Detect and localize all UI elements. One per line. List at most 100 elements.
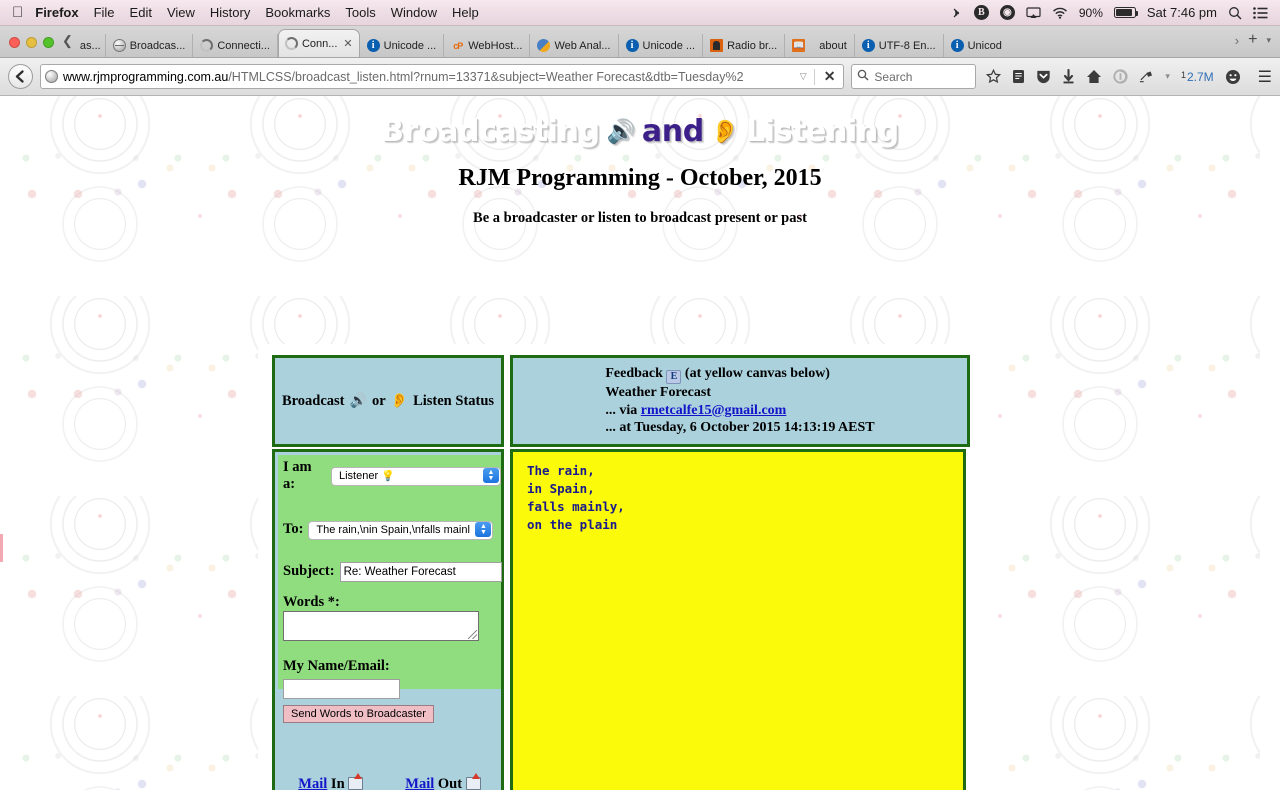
cpanel-icon: cP bbox=[453, 40, 463, 51]
tab-item[interactable]: Radio br... bbox=[703, 34, 786, 57]
name-email-label: My Name/Email: bbox=[283, 657, 390, 674]
to-select[interactable]: The rain,\nin Spain,\nfalls mainly, bbox=[308, 520, 494, 540]
back-button[interactable] bbox=[8, 64, 33, 89]
menu-button[interactable]: ☰ bbox=[1258, 67, 1272, 87]
maximize-window-button[interactable] bbox=[43, 37, 54, 48]
stop-loading-icon[interactable]: ✕ bbox=[820, 68, 840, 85]
close-window-button[interactable] bbox=[9, 37, 20, 48]
mail-in-group: Mail In bbox=[298, 773, 364, 790]
send-words-button[interactable]: Send Words to Broadcaster bbox=[283, 704, 434, 723]
tab-label: Broadcas... bbox=[129, 39, 186, 52]
speaker-icon: 🔊 bbox=[606, 119, 636, 145]
downloads-arrow-icon[interactable] bbox=[1062, 69, 1075, 84]
menu-bookmarks[interactable]: Bookmarks bbox=[265, 5, 330, 20]
menu-file[interactable]: File bbox=[94, 5, 115, 20]
tab-item-active[interactable]: Conn... ✕ bbox=[277, 29, 360, 57]
tab-label: Connecti... bbox=[217, 39, 270, 52]
sidebar-handle[interactable] bbox=[0, 534, 3, 562]
feedback-panel: Feedback E (at yellow canvas below) Weat… bbox=[510, 355, 970, 447]
tab-scroll-right-button[interactable]: › bbox=[1235, 33, 1239, 48]
tab-label: Web Anal... bbox=[554, 39, 611, 52]
bookmark-star-icon[interactable] bbox=[986, 69, 1002, 84]
subject-label: Subject: bbox=[283, 563, 335, 579]
to-select-wrapper[interactable]: The rain,\nin Spain,\nfalls mainly, ▲ ▼ bbox=[308, 520, 494, 540]
sync-icon[interactable] bbox=[1113, 69, 1129, 84]
new-tab-button[interactable]: + bbox=[1248, 31, 1257, 49]
mail-out-link[interactable]: Mail bbox=[405, 776, 434, 790]
clock[interactable]: Sat 7:46 pm bbox=[1147, 5, 1217, 20]
url-path: /HTMLCSS/broadcast_listen.html?rnum=1337… bbox=[228, 69, 744, 84]
tab-item[interactable]: as... bbox=[76, 34, 106, 57]
mail-inbox-icon[interactable] bbox=[348, 773, 364, 790]
feedback-email-link[interactable]: rmetcalfe15@gmail.com bbox=[641, 403, 787, 418]
menu-app-name[interactable]: Firefox bbox=[35, 5, 78, 20]
notification-center-icon[interactable] bbox=[1253, 6, 1268, 19]
bluetooth-b-icon[interactable]: B bbox=[973, 5, 989, 20]
tab-item[interactable]: cP WebHost... bbox=[444, 34, 531, 57]
toolbar-icons: ▾ 1 2.7M ☰ bbox=[983, 67, 1272, 87]
cloud-sync-icon[interactable]: ◉ bbox=[999, 5, 1015, 20]
broadcast-listen-status-panel: Broadcast 🔊 or 👂 Listen Status bbox=[272, 355, 504, 447]
adblock-count: 2.7M bbox=[1186, 69, 1214, 84]
name-email-input[interactable] bbox=[283, 678, 400, 699]
menu-edit[interactable]: Edit bbox=[130, 5, 152, 20]
tab-item[interactable]: Connecti... bbox=[193, 34, 278, 57]
list-all-tabs-button[interactable]: ▾ bbox=[1266, 35, 1271, 46]
menu-history[interactable]: History bbox=[210, 5, 250, 20]
i-am-a-select[interactable]: Listener 💡Broadcaster 🔊 bbox=[331, 466, 501, 486]
tab-item[interactable]: Web Anal... bbox=[530, 34, 619, 57]
menu-tools[interactable]: Tools bbox=[345, 5, 375, 20]
chevron-down-icon[interactable]: ▽ bbox=[798, 71, 809, 82]
mail-in-suffix: In bbox=[330, 776, 345, 790]
url-bar[interactable]: www.rjmprogramming.com.au/HTMLCSS/broadc… bbox=[40, 64, 845, 89]
mail-out-suffix: Out bbox=[437, 776, 463, 790]
battery-icon[interactable] bbox=[1113, 7, 1139, 18]
pocket-shield-icon[interactable] bbox=[1036, 69, 1051, 84]
menu-view[interactable]: View bbox=[167, 5, 195, 20]
mail-in-link[interactable]: Mail bbox=[298, 776, 327, 790]
spotlight-search-icon[interactable] bbox=[1228, 6, 1242, 20]
search-bar[interactable]: Search bbox=[851, 64, 977, 89]
words-label: Words *: bbox=[283, 593, 340, 610]
menu-help[interactable]: Help bbox=[452, 5, 479, 20]
tab-item[interactable]: i Unicod bbox=[944, 34, 1009, 57]
airplay-audio-icon[interactable] bbox=[949, 6, 963, 20]
status-label-listen: Listen Status bbox=[413, 392, 495, 409]
status-label-broadcast: Broadcast bbox=[281, 392, 345, 409]
broadcast-canvas[interactable]: The rain, in Spain, falls mainly, on the… bbox=[510, 449, 966, 790]
tab-item[interactable]: 📖 about bbox=[785, 34, 855, 57]
airplay-display-icon[interactable] bbox=[1026, 6, 1041, 19]
subject-input[interactable] bbox=[339, 561, 502, 582]
adblock-dropdown-icon[interactable]: ▾ bbox=[1165, 71, 1170, 82]
tab-item[interactable]: Broadcas... bbox=[106, 34, 194, 57]
book-icon: 📖 bbox=[792, 39, 806, 52]
i-am-a-select-wrapper[interactable]: Listener 💡Broadcaster 🔊 ▲▼ bbox=[331, 466, 501, 486]
window-controls bbox=[0, 37, 62, 57]
feedback-via-label: ... via bbox=[605, 402, 638, 418]
adblock-icon[interactable] bbox=[1139, 70, 1154, 84]
ear-icon: 👂 bbox=[710, 119, 740, 145]
words-textarea-wrapper[interactable] bbox=[283, 610, 479, 641]
os-menu-bar:  Firefox File Edit View History Bookmar… bbox=[0, 0, 1280, 26]
feedback-timestamp: ... at Tuesday, 6 October 2015 14:13:19 … bbox=[605, 420, 875, 436]
tab-item[interactable]: i Unicode ... bbox=[619, 34, 704, 57]
search-input[interactable]: Search bbox=[874, 70, 912, 84]
mail-outbox-icon[interactable] bbox=[465, 773, 481, 790]
menu-window[interactable]: Window bbox=[391, 5, 437, 20]
close-tab-icon[interactable]: ✕ bbox=[343, 37, 352, 50]
banner-word-listening: Listening bbox=[746, 114, 899, 149]
banner-word-and: and bbox=[641, 114, 704, 149]
smiley-icon[interactable] bbox=[1225, 69, 1241, 85]
reader-list-icon[interactable] bbox=[1012, 69, 1025, 84]
minimize-window-button[interactable] bbox=[26, 37, 37, 48]
tab-item[interactable]: i Unicode ... bbox=[360, 34, 445, 57]
tab-item[interactable]: i UTF-8 En... bbox=[855, 34, 944, 57]
wifi-icon[interactable] bbox=[1052, 7, 1068, 19]
status-label-or: or bbox=[371, 392, 386, 409]
home-icon[interactable] bbox=[1086, 69, 1102, 84]
page-title: RJM Programming - October, 2015 bbox=[458, 165, 822, 191]
apple-menu-icon[interactable]:  bbox=[12, 5, 23, 20]
words-textarea[interactable] bbox=[283, 610, 479, 641]
tab-scroll-left-button[interactable]: ❮ bbox=[62, 33, 76, 57]
mail-out-group: Mail Out bbox=[405, 773, 481, 790]
